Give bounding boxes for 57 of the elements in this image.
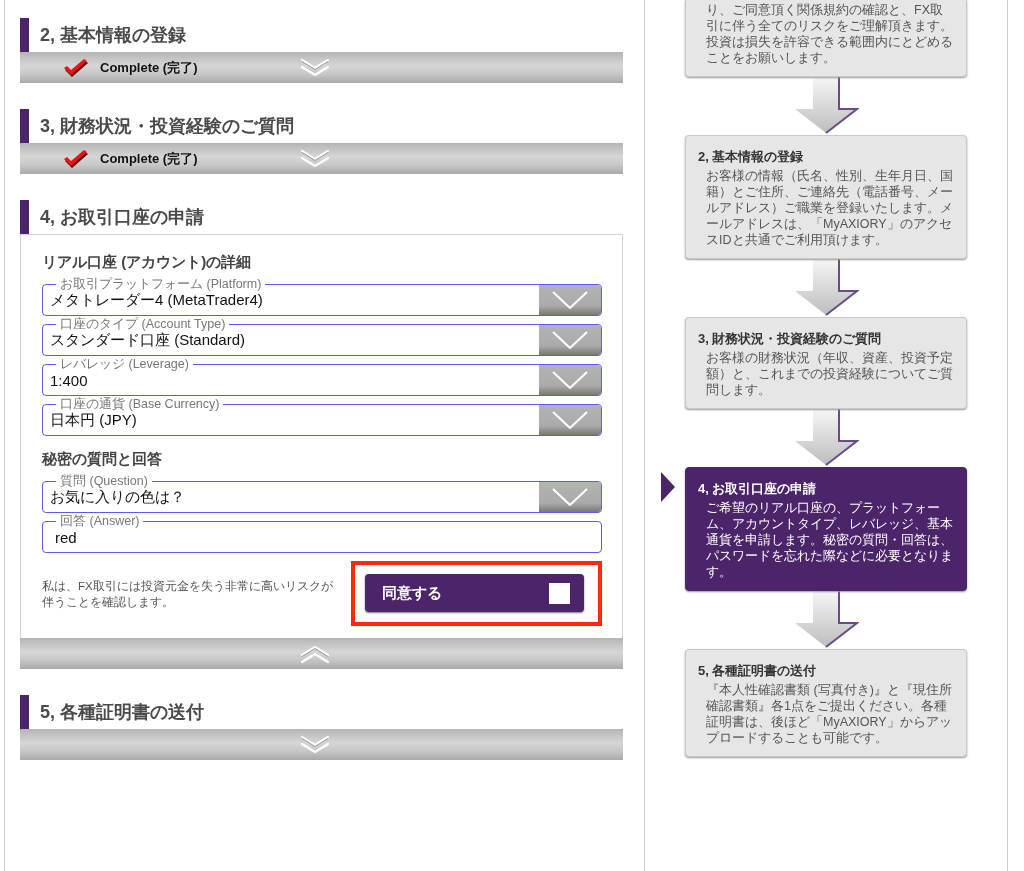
field-label: 質問 (Question)	[59, 475, 149, 488]
dropdown-button[interactable]	[539, 405, 601, 435]
chevron-down-icon	[552, 331, 588, 349]
chevron-down-icon	[552, 411, 588, 429]
agree-button[interactable]: 同意する	[365, 574, 584, 612]
dropdown-field[interactable]: 口座のタイプ (Account Type) スタンダード口座 (Standard)	[42, 318, 602, 356]
down-arrow-icon	[793, 77, 859, 135]
group-heading: 秘密の質問と回答	[42, 450, 163, 469]
group-heading: リアル口座 (アカウント)の詳細	[42, 253, 253, 272]
down-arrow-icon	[793, 409, 859, 467]
selected-value: 1:400	[49, 371, 89, 389]
answer-field[interactable]: 回答 (Answer) red	[42, 515, 602, 553]
step-title: 4, お取引口座の申請	[698, 480, 818, 498]
field-label: レバレッジ (Leverage)	[59, 358, 190, 371]
step-description: り、ご同意頂く関係規約の確認と、FX取引に伴う全てのリスクをご理解頂きます。投資は損失を許容できる範囲内にとどめることをお願いします。	[705, 2, 954, 66]
dropdown-button[interactable]	[539, 365, 601, 395]
chevron-down-icon	[552, 291, 588, 309]
step-title: 5, 各種証明書の送付	[698, 662, 818, 680]
step-description: お客様の情報（氏名、性別、生年月日、国籍）とご住所、ご連絡先（電話番号、メールアドレス）ご職業を登録いたします。メールアドレスは、「MyAXIORY」のアクセスIDと共通でご利用頂けます。	[705, 168, 954, 248]
step-title: 3, 財務状況・投資経験のご質問	[698, 330, 883, 348]
step-description: 『本人性確認書類 (写真付き)』と『現住所確認書類』各1点をご提出ください。各種証明書は、後ほど「MyAXIORY」からアップロードすることも可能です。	[705, 682, 953, 746]
check-icon	[62, 57, 88, 78]
checkbox[interactable]	[549, 582, 570, 604]
section-title: 4, お取引口座の申請	[20, 200, 623, 234]
down-arrow-icon	[793, 591, 859, 649]
selected-value: メタトレーダー4 (MetaTrader4)	[49, 290, 264, 310]
collapse-chevron-icon[interactable]	[300, 643, 330, 665]
selected-value: 日本円 (JPY)	[49, 410, 137, 430]
expand-chevron-icon[interactable]	[300, 57, 330, 79]
dropdown-field[interactable]: お取引プラットフォーム (Platform) メタトレーダー4 (MetaTrader4)	[42, 278, 602, 316]
step-description: お客様の財務状況（年収、資産、投資予定額）と、これまでの投資経験についてご質問します。	[705, 350, 954, 398]
check-icon	[62, 148, 88, 169]
expand-bar[interactable]: Complete (完了)	[20, 143, 623, 174]
dropdown-field[interactable]: 質問 (Question) お気に入りの色は？	[42, 475, 602, 513]
field-label: 口座のタイプ (Account Type)	[59, 318, 227, 331]
dropdown-field[interactable]: レバレッジ (Leverage) 1:400	[42, 358, 602, 396]
chevron-down-icon	[552, 488, 588, 506]
selected-value: スタンダード口座 (Standard)	[49, 330, 247, 350]
step-description: ご希望のリアル口座の、プラットフォーム、アカウントタイプ、レバレッジ、基本通貨を申請します。秘密の質問・回答は、パスワードを忘れた際などに必要となります。	[705, 500, 954, 580]
current-step-marker-icon	[661, 472, 675, 502]
selected-value: お気に入りの色は？	[49, 487, 186, 507]
status-label: Complete (完了)	[100, 149, 198, 168]
field-label: 口座の通貨 (Base Currency)	[59, 398, 221, 411]
expand-bar[interactable]: Complete (完了)	[20, 52, 623, 83]
step-title: 2, 基本情報の登録	[698, 148, 805, 166]
dropdown-button[interactable]	[539, 285, 601, 315]
field-label: お取引プラットフォーム (Platform)	[59, 278, 263, 291]
field-label: 回答 (Answer)	[59, 515, 141, 528]
expand-chevron-icon[interactable]	[300, 734, 330, 756]
down-arrow-icon	[793, 259, 859, 317]
status-label: Complete (完了)	[100, 58, 198, 77]
dropdown-button[interactable]	[539, 482, 601, 512]
risk-statement: 私は、FX取引には投資元金を失う非常に高いリスクが伴うことを確認します。	[42, 578, 334, 610]
dropdown-button[interactable]	[539, 325, 601, 355]
dropdown-field[interactable]: 口座の通貨 (Base Currency) 日本円 (JPY)	[42, 398, 602, 436]
chevron-down-icon	[552, 371, 588, 389]
expand-chevron-icon[interactable]	[300, 148, 330, 170]
